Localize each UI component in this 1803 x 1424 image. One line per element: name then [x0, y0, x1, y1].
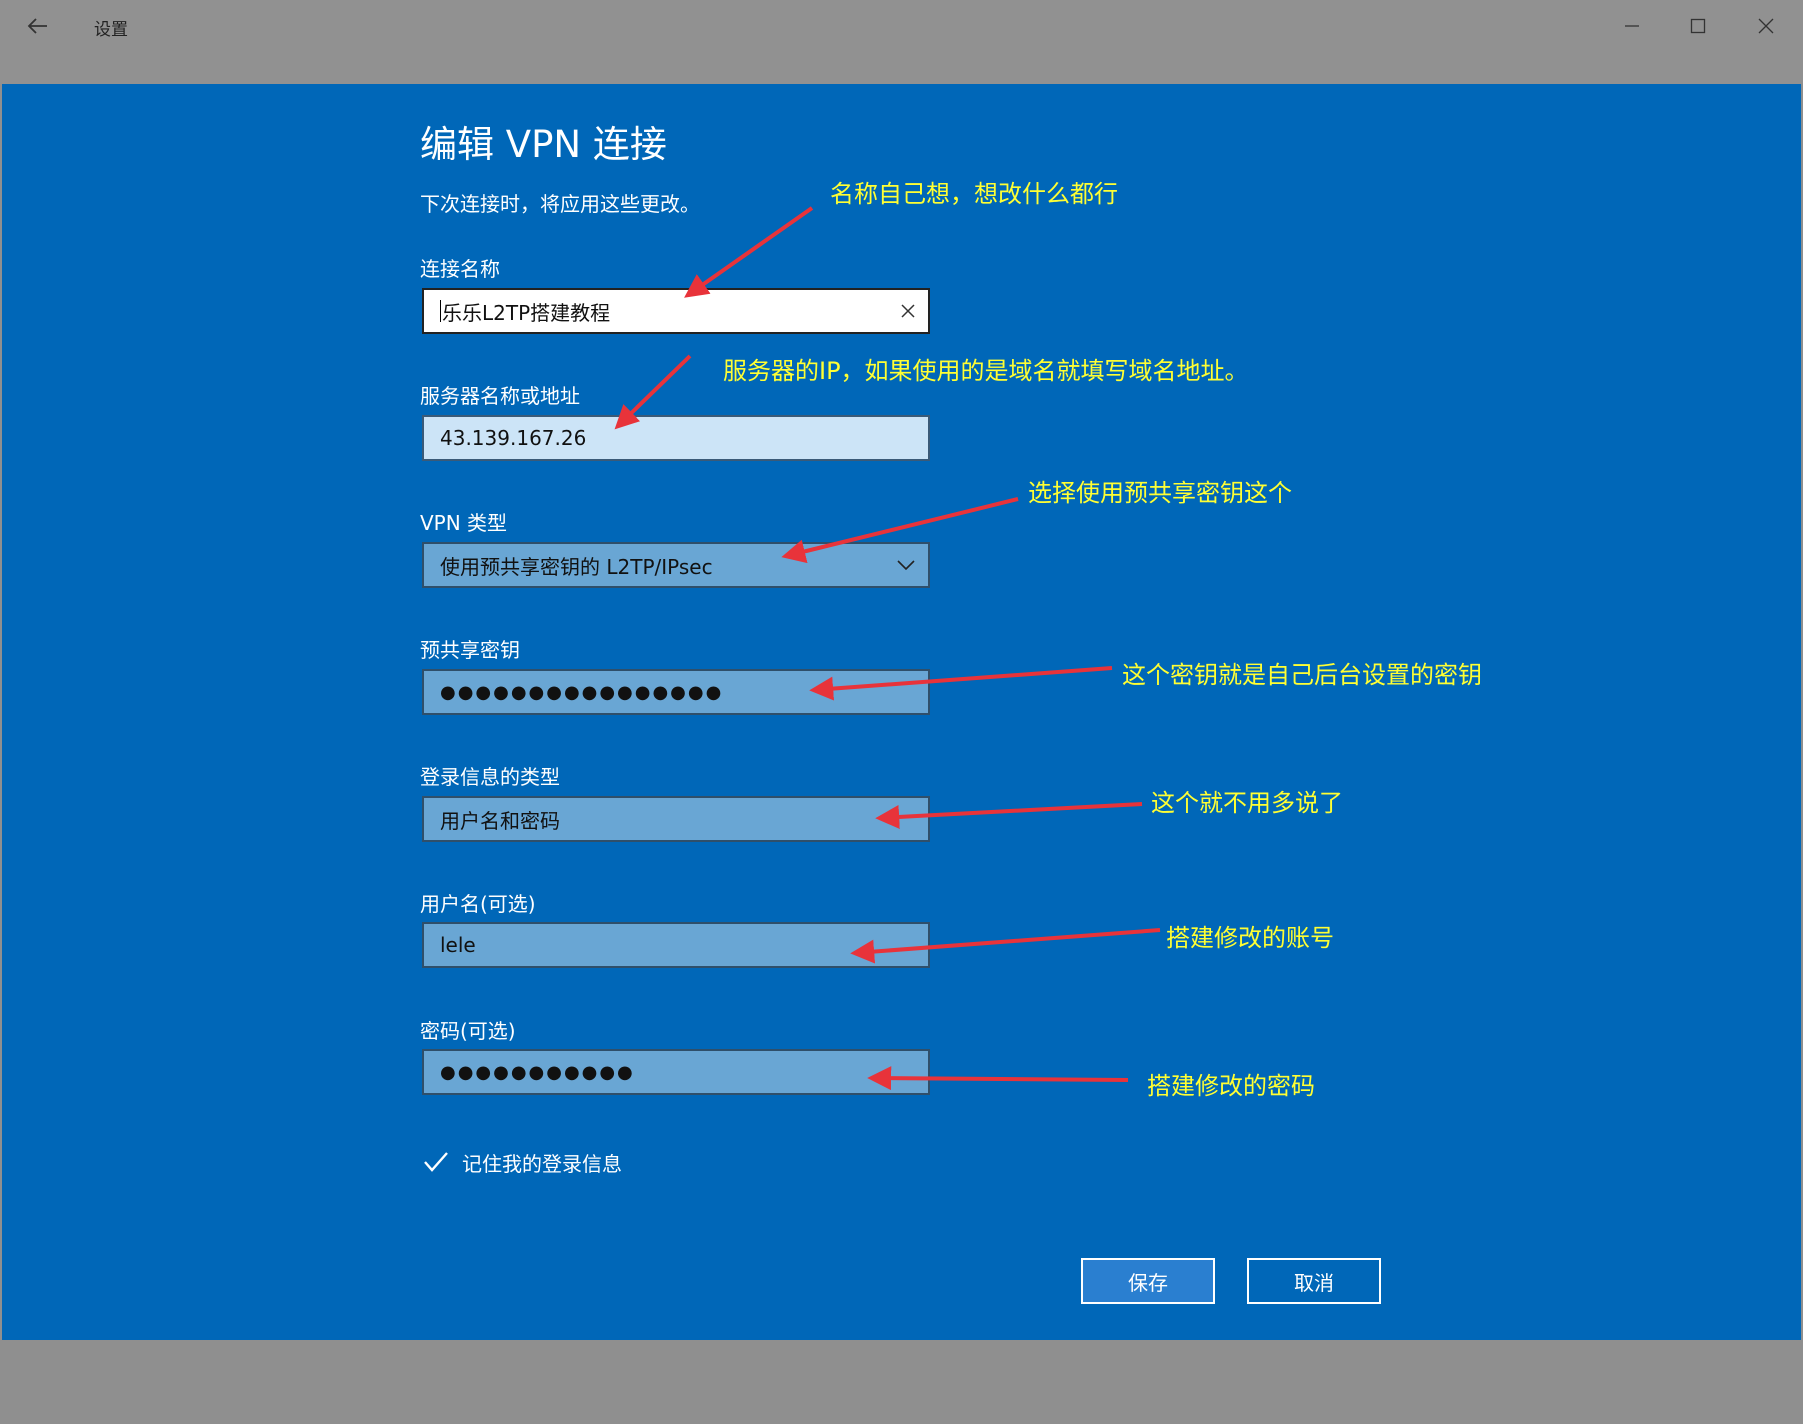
username-label: 用户名(可选)	[420, 892, 536, 916]
remember-checkbox[interactable]	[422, 1148, 450, 1176]
checkmark-icon	[424, 1152, 448, 1172]
text-caret	[440, 300, 441, 322]
chevron-wrap	[896, 559, 916, 571]
signin-type-label: 登录信息的类型	[420, 765, 560, 789]
password-input[interactable]: ●●●●●●●●●●●	[422, 1049, 930, 1095]
annotation-vpn-type: 选择使用预共享密钥这个	[1028, 479, 1292, 507]
connection-name-value: 乐乐L2TP搭建教程	[442, 300, 611, 325]
chevron-down-icon	[897, 560, 915, 571]
annotation-username: 搭建修改的账号	[1166, 924, 1334, 952]
annotation-server: 服务器的IP，如果使用的是域名就填写域名地址。	[723, 357, 1249, 385]
psk-value: ●●●●●●●●●●●●●●●●	[440, 681, 724, 703]
back-arrow-icon	[27, 18, 47, 34]
connection-name-input[interactable]: 乐乐L2TP搭建教程	[422, 288, 930, 334]
maximize-button[interactable]	[1670, 8, 1726, 44]
vpn-type-value: 使用预共享密钥的 L2TP/IPsec	[440, 554, 713, 579]
connection-name-label: 连接名称	[420, 257, 500, 281]
save-button[interactable]: 保存	[1081, 1258, 1215, 1304]
bottom-strip	[0, 1340, 1803, 1424]
annotation-psk: 这个密钥就是自己后台设置的密钥	[1122, 661, 1482, 689]
clear-button[interactable]	[900, 303, 916, 319]
maximize-icon	[1690, 18, 1706, 34]
server-value: 43.139.167.26	[440, 426, 587, 450]
page-title: 编辑 VPN 连接	[420, 123, 667, 166]
username-input[interactable]: lele	[422, 922, 930, 968]
signin-type-select[interactable]: 用户名和密码	[422, 796, 930, 842]
annotation-name: 名称自己想，想改什么都行	[830, 180, 1118, 208]
page-subtitle: 下次连接时，将应用这些更改。	[420, 192, 700, 216]
remember-label: 记住我的登录信息	[462, 1152, 622, 1176]
close-button[interactable]	[1738, 8, 1794, 44]
password-value: ●●●●●●●●●●●	[440, 1061, 635, 1083]
server-input[interactable]: 43.139.167.26	[422, 415, 930, 461]
psk-label: 预共享密钥	[420, 638, 520, 662]
vpn-type-select[interactable]: 使用预共享密钥的 L2TP/IPsec	[422, 542, 930, 588]
back-button[interactable]	[18, 8, 58, 44]
annotation-signin: 这个就不用多说了	[1151, 789, 1343, 817]
password-label: 密码(可选)	[420, 1019, 516, 1043]
minimize-button[interactable]	[1604, 8, 1660, 44]
signin-type-value: 用户名和密码	[440, 808, 560, 833]
server-label: 服务器名称或地址	[420, 384, 580, 408]
window-title: 设置	[94, 20, 128, 40]
minimize-icon	[1625, 25, 1639, 27]
annotation-password: 搭建修改的密码	[1147, 1072, 1315, 1100]
psk-input[interactable]: ●●●●●●●●●●●●●●●●	[422, 669, 930, 715]
vpn-type-label: VPN 类型	[420, 511, 508, 535]
cancel-button[interactable]: 取消	[1247, 1258, 1381, 1304]
title-bar: 设置	[0, 0, 1803, 84]
username-value: lele	[440, 933, 476, 957]
clear-icon	[901, 304, 915, 318]
close-icon	[1758, 18, 1774, 34]
